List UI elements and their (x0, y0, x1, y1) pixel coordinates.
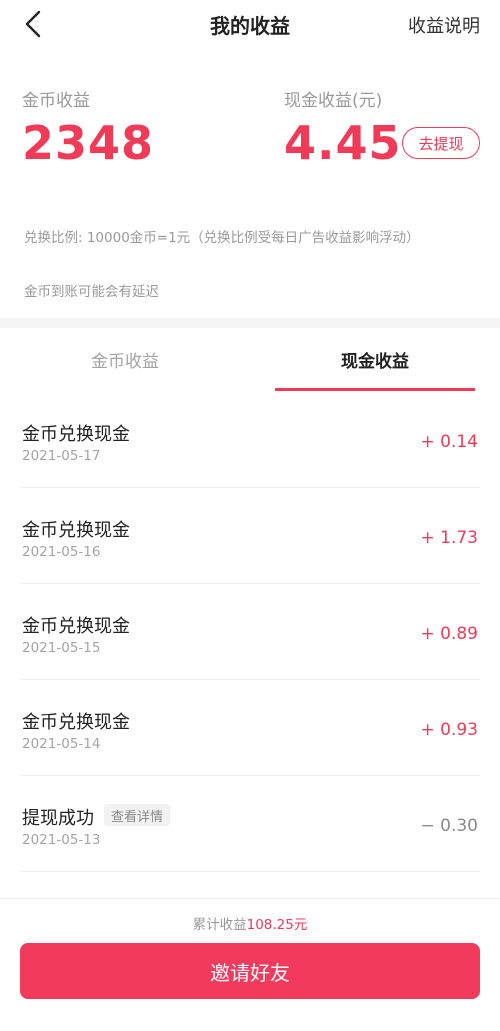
view-details-button[interactable]: 查看详情 (104, 804, 171, 826)
list-item[interactable]: 提现成功 查看详情 2021-05-13 − 0.30 (0, 776, 500, 872)
delay-note: 金币到账可能会有延迟 (24, 284, 159, 300)
record-amount: − 0.30 (420, 816, 479, 836)
header: 我的收益 收益说明 (0, 0, 500, 48)
exchange-rate-note: 兑换比例: 10000金币=1元（兑换比例受每日广告收益影响浮动） (24, 230, 420, 246)
withdraw-button[interactable]: 去提现 (402, 127, 480, 159)
coin-earnings-value: 2348 (22, 116, 155, 170)
record-date: 2021-05-17 (22, 448, 101, 464)
page-title: 我的收益 (210, 13, 290, 38)
invite-friends-button[interactable]: 邀请好友 (20, 943, 480, 999)
back-button[interactable] (18, 8, 48, 40)
tab-cash-earnings[interactable]: 现金收益 (275, 328, 475, 390)
active-tab-indicator (275, 388, 475, 391)
record-title: 金币兑换现金 (22, 712, 130, 733)
earnings-summary: 金币收益 2348 现金收益(元) 4.45 去提现 兑换比例: 10000金币… (0, 48, 500, 318)
record-date: 2021-05-16 (22, 544, 101, 560)
record-amount: + 0.93 (420, 720, 479, 740)
list-item[interactable]: 金币兑换现金 2021-05-14 + 0.93 (0, 680, 500, 776)
list-item[interactable]: 金币兑换现金 2021-05-16 + 1.73 (0, 488, 500, 584)
record-date: 2021-05-15 (22, 640, 101, 656)
footer: 累计收益108.25元 邀请好友 (0, 898, 500, 1031)
cash-earnings-label: 现金收益(元) (284, 91, 383, 111)
record-amount: + 0.14 (420, 432, 479, 452)
total-earnings-value: 108.25元 (246, 917, 308, 933)
coin-earnings-label: 金币收益 (22, 91, 90, 111)
list-item[interactable]: 金币兑换现金 2021-05-15 + 0.89 (0, 584, 500, 680)
record-amount: + 0.89 (420, 624, 479, 644)
divider (20, 871, 480, 872)
total-earnings-label: 累计收益 (192, 917, 247, 933)
record-title: 金币兑换现金 (22, 616, 130, 637)
earnings-tabs: 金币收益 现金收益 (0, 328, 500, 391)
tab-coin-earnings[interactable]: 金币收益 (0, 328, 250, 390)
record-title: 金币兑换现金 (22, 424, 130, 445)
record-amount: + 1.73 (420, 528, 479, 548)
earnings-info-link[interactable]: 收益说明 (408, 12, 480, 38)
record-date: 2021-05-13 (22, 832, 101, 848)
record-title: 金币兑换现金 (22, 520, 130, 541)
section-divider (0, 318, 500, 328)
chevron-left-icon (25, 10, 41, 38)
total-earnings: 累计收益108.25元 (0, 913, 500, 933)
cash-earnings-value: 4.45 (284, 116, 402, 170)
record-date: 2021-05-14 (22, 736, 101, 752)
record-title: 提现成功 (22, 808, 94, 829)
list-item[interactable]: 金币兑换现金 2021-05-17 + 0.14 (0, 392, 500, 488)
